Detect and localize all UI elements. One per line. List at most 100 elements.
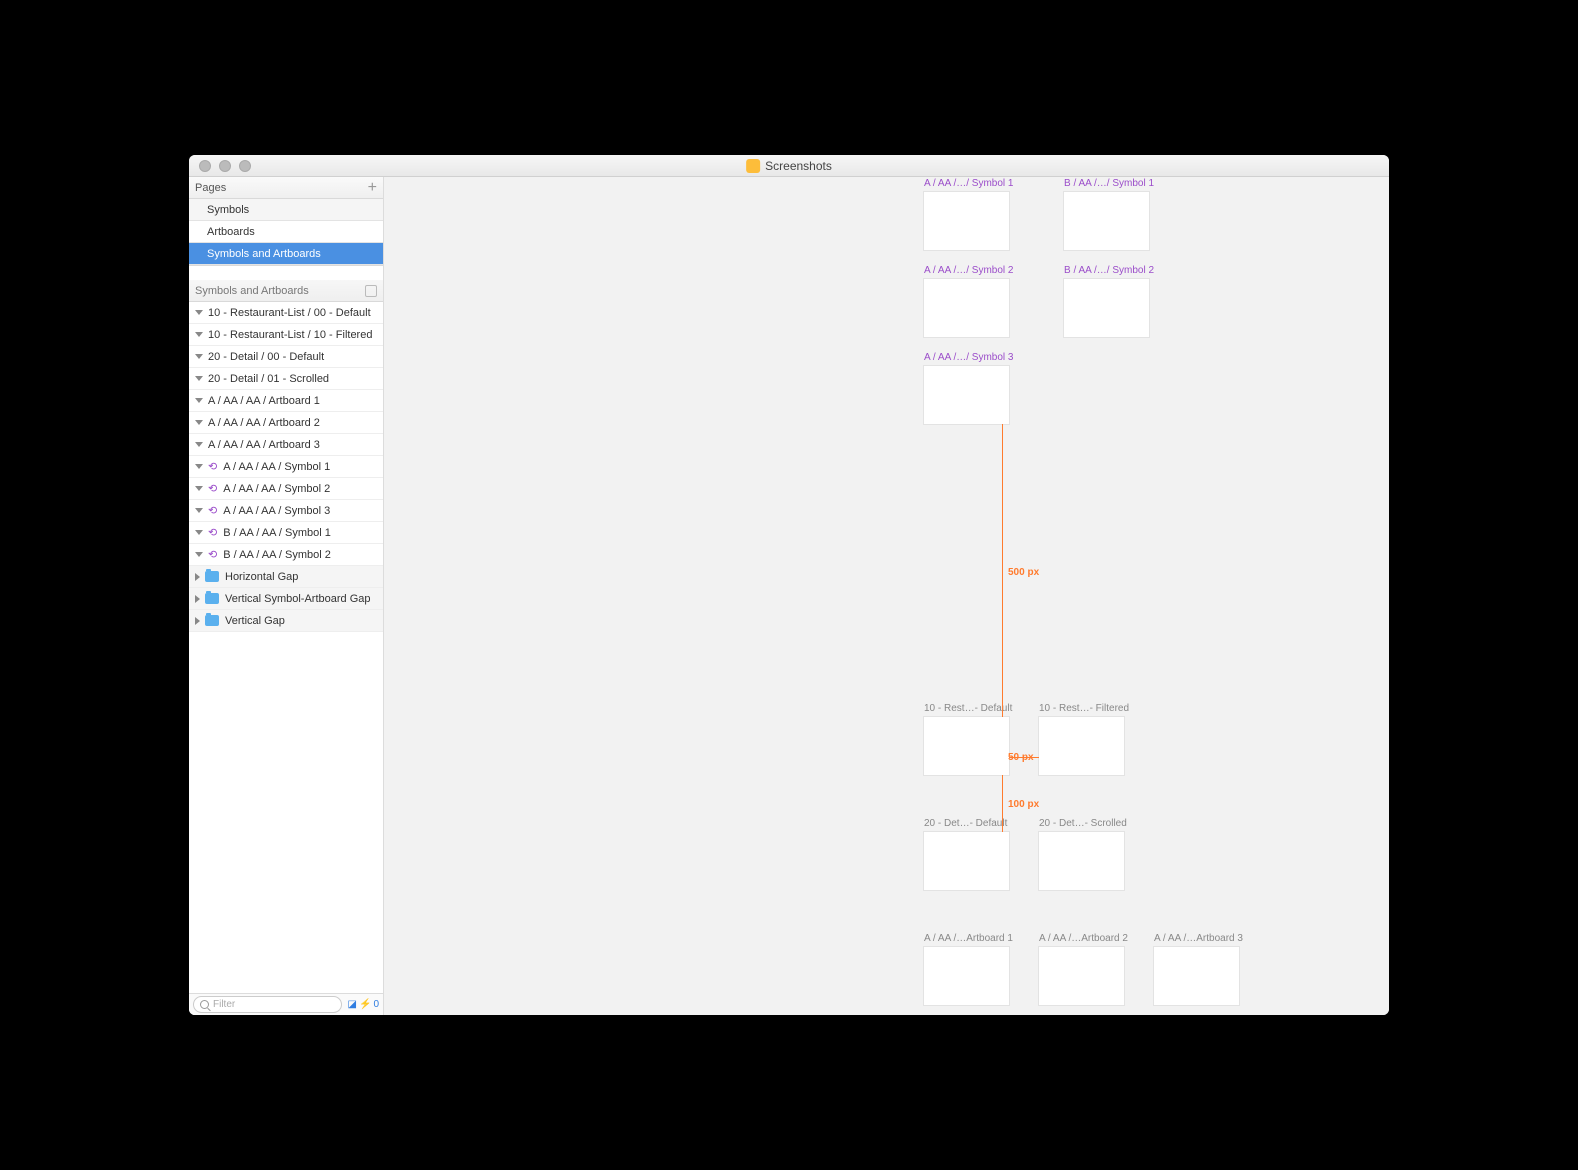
artboard-label[interactable]: A / AA /…/ Symbol 2 <box>924 265 1014 276</box>
document-icon <box>746 159 760 173</box>
canvas-artboard[interactable]: 10 - Rest…- Default <box>924 717 1009 775</box>
minimize-button[interactable] <box>219 160 231 172</box>
pages-list: SymbolsArtboardsSymbols and Artboards <box>189 199 383 266</box>
canvas-symbol[interactable]: B / AA /…/ Symbol 1 <box>1064 192 1149 250</box>
layer-row[interactable]: Vertical Symbol-Artboard Gap <box>189 588 383 610</box>
artboard-label[interactable]: 20 - Det…- Scrolled <box>1039 818 1127 829</box>
filter-input[interactable]: Filter <box>193 996 342 1013</box>
layer-row[interactable]: ⟲A / AA / AA / Symbol 3 <box>189 500 383 522</box>
artboard-label[interactable]: B / AA /…/ Symbol 1 <box>1064 178 1154 189</box>
symbol-icon: ⟲ <box>208 526 217 539</box>
toggle-artboard-list-icon[interactable] <box>365 285 377 297</box>
layer-row[interactable]: A / AA / AA / Artboard 1 <box>189 390 383 412</box>
canvas-artboard[interactable]: A / AA /…Artboard 1 <box>924 947 1009 1005</box>
app-window: Screenshots Pages + SymbolsArtboardsSymb… <box>189 155 1389 1015</box>
pages-label: Pages <box>195 182 226 194</box>
window-title: Screenshots <box>746 159 832 173</box>
layer-label: Vertical Gap <box>225 615 285 627</box>
layer-label: A / AA / AA / Symbol 1 <box>223 461 330 473</box>
chevron-down-icon[interactable] <box>195 530 203 535</box>
chevron-right-icon[interactable] <box>195 617 200 625</box>
artboard-label[interactable]: A / AA /…Artboard 2 <box>1039 933 1128 944</box>
layer-row[interactable]: Vertical Gap <box>189 610 383 632</box>
layer-label: A / AA / AA / Artboard 1 <box>208 395 320 407</box>
canvas-symbol[interactable]: B / AA /…/ Symbol 2 <box>1064 279 1149 337</box>
chevron-down-icon[interactable] <box>195 508 203 513</box>
folder-icon <box>205 571 219 582</box>
artboard-label[interactable]: 10 - Rest…- Default <box>924 703 1012 714</box>
export-badge[interactable]: ◪ ⚡ 0 <box>348 999 379 1010</box>
layer-row[interactable]: ⟲A / AA / AA / Symbol 2 <box>189 478 383 500</box>
artboard-label[interactable]: A / AA /…/ Symbol 1 <box>924 178 1014 189</box>
chevron-down-icon[interactable] <box>195 420 203 425</box>
chevron-down-icon[interactable] <box>195 464 203 469</box>
close-button[interactable] <box>199 160 211 172</box>
chevron-down-icon[interactable] <box>195 486 203 491</box>
artboard-label[interactable]: 20 - Det…- Default <box>924 818 1007 829</box>
chevron-down-icon[interactable] <box>195 310 203 315</box>
artboard-label[interactable]: A / AA /…Artboard 3 <box>1154 933 1243 944</box>
page-row[interactable]: Symbols <box>189 199 383 221</box>
chevron-down-icon[interactable] <box>195 376 203 381</box>
layer-label: Vertical Symbol-Artboard Gap <box>225 593 371 605</box>
layer-row[interactable]: Horizontal Gap <box>189 566 383 588</box>
chevron-down-icon[interactable] <box>195 442 203 447</box>
artboard-label[interactable]: A / AA /…Artboard 1 <box>924 933 1013 944</box>
page-row[interactable]: Symbols and Artboards <box>189 243 383 265</box>
chevron-down-icon[interactable] <box>195 398 203 403</box>
layer-row[interactable]: 20 - Detail / 01 - Scrolled <box>189 368 383 390</box>
layer-row[interactable]: 10 - Restaurant-List / 10 - Filtered <box>189 324 383 346</box>
symbol-icon: ⟲ <box>208 548 217 561</box>
canvas-symbol[interactable]: A / AA /…/ Symbol 1 <box>924 192 1009 250</box>
canvas-artboard[interactable]: A / AA /…Artboard 3 <box>1154 947 1239 1005</box>
symbol-icon: ⟲ <box>208 504 217 517</box>
canvas-artboard[interactable]: A / AA /…Artboard 2 <box>1039 947 1124 1005</box>
add-page-button[interactable]: + <box>368 181 377 195</box>
chevron-down-icon[interactable] <box>195 552 203 557</box>
layer-row[interactable]: ⟲ B / AA / AA / Symbol 1 <box>189 522 383 544</box>
layers-header-label: Symbols and Artboards <box>195 285 309 297</box>
layer-row[interactable]: 10 - Restaurant-List / 00 - Default <box>189 302 383 324</box>
knife-icon: ⚡ <box>359 999 371 1010</box>
symbol-icon: ⟲ <box>208 460 217 473</box>
window-title-text: Screenshots <box>765 159 832 173</box>
chevron-down-icon[interactable] <box>195 354 203 359</box>
measurement-line <box>1002 424 1003 717</box>
canvas-artboard[interactable]: 10 - Rest…- Filtered <box>1039 717 1124 775</box>
slice-icon: ◪ <box>348 999 357 1010</box>
artboard-label[interactable]: B / AA /…/ Symbol 2 <box>1064 265 1154 276</box>
layer-label: 10 - Restaurant-List / 00 - Default <box>208 307 371 319</box>
layer-label: 20 - Detail / 01 - Scrolled <box>208 373 329 385</box>
badge-count: 0 <box>373 999 379 1010</box>
layer-row[interactable]: 20 - Detail / 00 - Default <box>189 346 383 368</box>
layers-header: Symbols and Artboards <box>189 280 383 302</box>
canvas-artboard[interactable]: 20 - Det…- Default <box>924 832 1009 890</box>
artboard-label[interactable]: A / AA /…/ Symbol 3 <box>924 352 1014 363</box>
search-icon <box>200 1000 209 1009</box>
artboard-label[interactable]: 10 - Rest…- Filtered <box>1039 703 1129 714</box>
layer-label: 20 - Detail / 00 - Default <box>208 351 324 363</box>
layer-row[interactable]: A / AA / AA / Artboard 2 <box>189 412 383 434</box>
layer-row[interactable]: ⟲ B / AA / AA / Symbol 2 <box>189 544 383 566</box>
layer-row[interactable]: ⟲ A / AA / AA / Symbol 1 <box>189 456 383 478</box>
layer-label: B / AA / AA / Symbol 2 <box>223 549 331 561</box>
layer-row[interactable]: A / AA / AA / Artboard 3 <box>189 434 383 456</box>
titlebar[interactable]: Screenshots <box>189 155 1389 177</box>
chevron-down-icon[interactable] <box>195 332 203 337</box>
measurement-label: 500 px <box>1008 567 1039 578</box>
zoom-button[interactable] <box>239 160 251 172</box>
layer-label: A / AA / AA / Artboard 2 <box>208 417 320 429</box>
canvas-symbol[interactable]: A / AA /…/ Symbol 2 <box>924 279 1009 337</box>
canvas-artboard[interactable]: 20 - Det…- Scrolled <box>1039 832 1124 890</box>
canvas-symbol[interactable]: A / AA /…/ Symbol 3 <box>924 366 1009 424</box>
layer-list[interactable]: 10 - Restaurant-List / 00 - Default 10 - … <box>189 302 383 993</box>
chevron-right-icon[interactable] <box>195 573 200 581</box>
filter-placeholder: Filter <box>213 999 235 1010</box>
canvas[interactable]: A / AA /…/ Symbol 1 B / AA /…/ Symbol 1 A … <box>384 177 1389 1015</box>
page-row[interactable]: Artboards <box>189 221 383 243</box>
layer-label: 10 - Restaurant-List / 10 - Filtered <box>208 329 372 341</box>
chevron-right-icon[interactable] <box>195 595 200 603</box>
content: Pages + SymbolsArtboardsSymbols and Artb… <box>189 177 1389 1015</box>
traffic-lights <box>189 160 251 172</box>
layer-label: B / AA / AA / Symbol 1 <box>223 527 331 539</box>
